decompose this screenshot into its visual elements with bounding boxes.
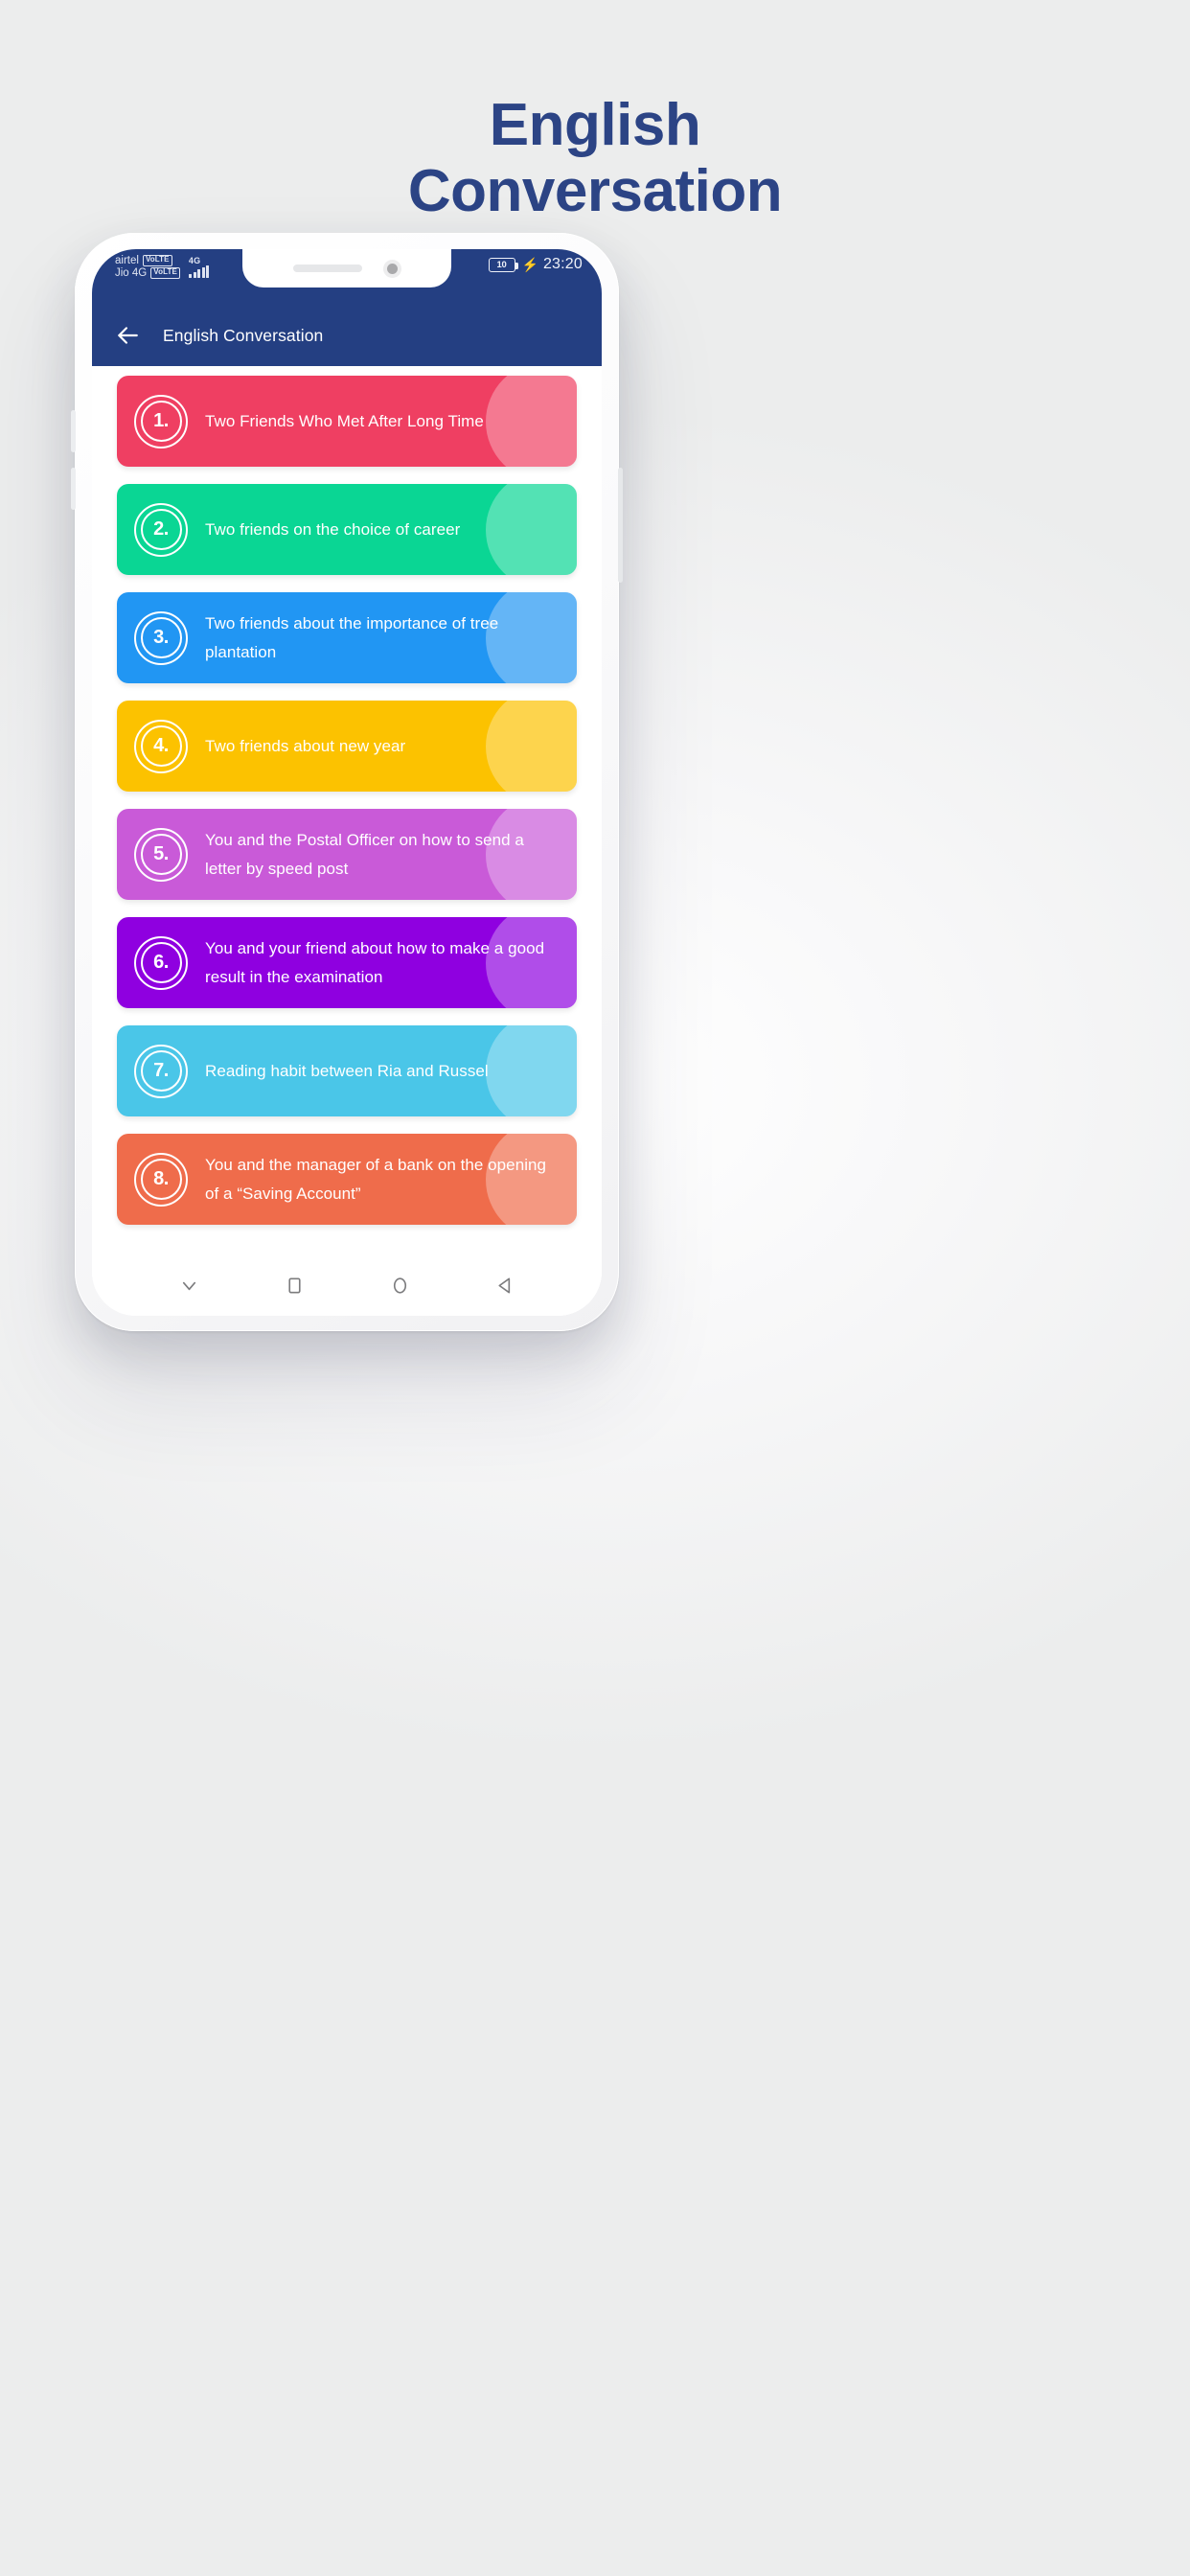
card-decoration-circle <box>486 701 577 792</box>
topic-card[interactable]: 7. Reading habit between Ria and Russel <box>117 1025 577 1116</box>
phone-device-mockup: airtel VoLTE Jio 4G VoLTE 4G 10 ⚡ 23:20 … <box>71 233 623 1331</box>
topic-card[interactable]: 1. Two Friends Who Met After Long Time <box>117 376 577 467</box>
volume-up-button[interactable] <box>71 410 76 452</box>
back-arrow-icon[interactable] <box>115 323 140 348</box>
topic-number-badge: 6. <box>134 935 188 990</box>
topic-number-label: 8. <box>153 1168 169 1189</box>
carrier-stack: airtel VoLTE Jio 4G VoLTE <box>115 255 180 279</box>
status-bar-left: airtel VoLTE Jio 4G VoLTE 4G <box>92 249 210 279</box>
topic-number-badge: 7. <box>134 1044 188 1098</box>
square-icon[interactable] <box>284 1275 306 1297</box>
carrier-row-1: airtel VoLTE <box>115 255 180 266</box>
topic-number-label: 7. <box>153 1060 169 1081</box>
phone-screen: airtel VoLTE Jio 4G VoLTE 4G 10 ⚡ 23:20 … <box>92 249 602 1316</box>
topic-list[interactable]: 1. Two Friends Who Met After Long Time 2… <box>92 366 602 1316</box>
card-decoration-circle <box>486 1025 577 1116</box>
status-bar-clock: 23:20 <box>542 256 583 272</box>
topic-number-label: 3. <box>153 627 169 648</box>
phone-notch <box>242 249 451 288</box>
charging-bolt-icon: ⚡ <box>521 257 538 272</box>
triangle-left-icon[interactable] <box>494 1275 516 1297</box>
volume-down-button[interactable] <box>71 468 76 510</box>
battery-icon: 10 <box>488 257 518 272</box>
status-bar: airtel VoLTE Jio 4G VoLTE 4G 10 ⚡ 23:20 <box>92 249 602 305</box>
topic-card[interactable]: 2. Two friends on the choice of career <box>117 484 577 575</box>
topic-card[interactable]: 8. You and the manager of a bank on the … <box>117 1134 577 1225</box>
android-navigation-bar <box>92 1254 602 1316</box>
network-generation-label: 4G <box>188 256 201 266</box>
topic-card[interactable]: 4. Two friends about new year <box>117 701 577 792</box>
topic-number-badge: 8. <box>134 1152 188 1207</box>
topic-number-label: 6. <box>153 952 169 973</box>
topic-title: You and the Postal Officer on how to sen… <box>205 831 524 878</box>
topic-number-label: 4. <box>153 735 169 756</box>
topic-number-label: 2. <box>153 518 169 540</box>
topic-number-badge: 3. <box>134 610 188 665</box>
topic-number-label: 1. <box>153 410 169 431</box>
app-bar: English Conversation <box>92 305 602 366</box>
carrier-1-label: airtel <box>115 255 139 266</box>
topic-number-badge: 5. <box>134 827 188 882</box>
carrier-row-2: Jio 4G VoLTE <box>115 267 180 279</box>
topic-number-label: 5. <box>153 843 169 864</box>
card-decoration-circle <box>486 376 577 467</box>
carrier-2-label: Jio 4G <box>115 267 148 280</box>
status-bar-right: 10 ⚡ 23:20 <box>488 249 602 273</box>
chevron-down-icon[interactable] <box>178 1275 200 1297</box>
page-title-line-1: English <box>489 92 701 158</box>
topic-title: Two Friends Who Met After Long Time <box>205 411 484 430</box>
card-decoration-circle <box>486 484 577 575</box>
page-title: English Conversation <box>0 92 1190 225</box>
topic-title: Two friends about the importance of tree… <box>205 614 499 661</box>
signal-bars-icon: 4G <box>188 256 210 279</box>
power-button[interactable] <box>618 468 623 583</box>
volte-badge-2: VoLTE <box>150 267 180 279</box>
topic-number-badge: 4. <box>134 719 188 773</box>
speaker-grille <box>292 264 362 272</box>
topic-card[interactable]: 6. You and your friend about how to make… <box>117 917 577 1008</box>
topic-title: Two friends on the choice of career <box>205 519 461 539</box>
signal-bars-glyph <box>188 265 210 279</box>
topic-title: Reading habit between Ria and Russel <box>205 1061 489 1080</box>
topic-number-badge: 2. <box>134 502 188 557</box>
front-camera-icon <box>382 259 401 278</box>
topic-card[interactable]: 5. You and the Postal Officer on how to … <box>117 809 577 900</box>
app-bar-title: English Conversation <box>163 325 324 345</box>
topic-title: Two friends about new year <box>205 736 406 755</box>
topic-number-badge: 1. <box>134 394 188 448</box>
topic-title: You and the manager of a bank on the ope… <box>205 1156 547 1203</box>
topic-card[interactable]: 3. Two friends about the importance of t… <box>117 592 577 683</box>
volte-badge-1: VoLTE <box>142 255 172 266</box>
page-title-line-2: Conversation <box>407 158 783 225</box>
circle-icon[interactable] <box>389 1275 411 1297</box>
topic-title: You and your friend about how to make a … <box>205 939 545 986</box>
